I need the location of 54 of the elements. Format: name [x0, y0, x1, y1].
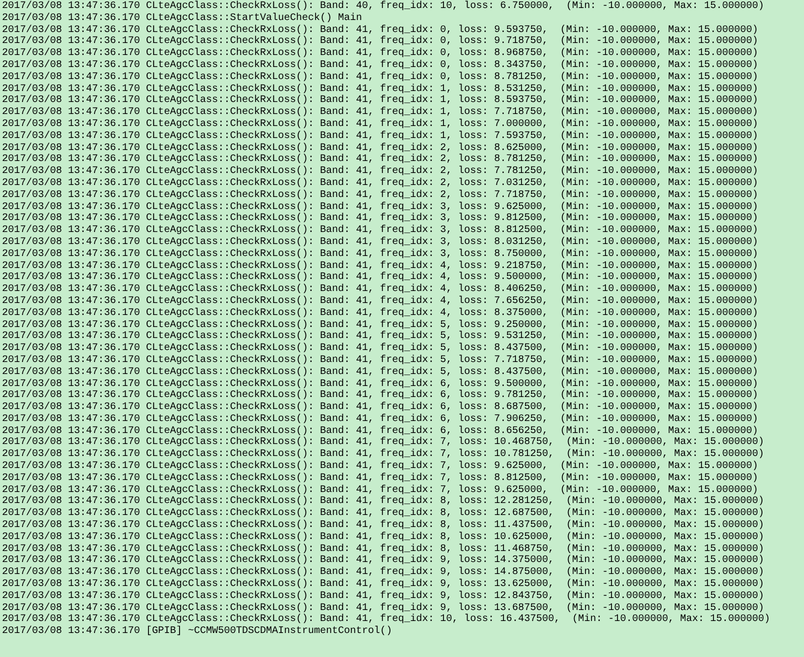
log-line: 2017/03/08 13:47:36.170 CLteAgcClass::CheckRxLoss(): Band: 41, freq_idx: 1, loss: 7.718750, (Min: -10.000000, Max: 15.000000) — [2, 107, 758, 118]
log-line: 2017/03/08 13:47:36.170 CLteAgcClass::CheckRxLoss(): Band: 41, freq_idx: 4, loss: 8.406250, (Min: -10.000000, Max: 15.000000) — [2, 284, 758, 296]
log-line: 2017/03/08 13:47:36.170 CLteAgcClass::CheckRxLoss(): Band: 41, freq_idx: 0, loss: 9.593750, (Min: -10.000000, Max: 15.000000) — [2, 24, 758, 36]
log-line: 2017/03/08 13:47:36.170 CLteAgcClass::CheckRxLoss(): Band: 41, freq_idx: 0, loss: 8.781250, (Min: -10.000000, Max: 15.000000) — [2, 72, 758, 84]
log-line: 2017/03/08 13:47:36.170 CLteAgcClass::CheckRxLoss(): Band: 41, freq_idx: 7, loss: 10.781250, (Min: -10.000000, Max: 15.000000) — [2, 449, 764, 460]
log-line: 2017/03/08 13:47:36.170 CLteAgcClass::CheckRxLoss(): Band: 41, freq_idx: 9, loss: 13.687500, (Min: -10.000000, Max: 15.000000) — [2, 602, 764, 614]
log-line: 2017/03/08 13:47:36.170 CLteAgcClass::CheckRxLoss(): Band: 41, freq_idx: 5, loss: 8.437500, (Min: -10.000000, Max: 15.000000) — [2, 366, 758, 378]
log-line: 2017/03/08 13:47:36.170 CLteAgcClass::CheckRxLoss(): Band: 41, freq_idx: 3, loss: 8.031250, (Min: -10.000000, Max: 15.000000) — [2, 236, 758, 248]
log-line: 2017/03/08 13:47:36.170 CLteAgcClass::CheckRxLoss(): Band: 41, freq_idx: 1, loss: 8.593750, (Min: -10.000000, Max: 15.000000) — [2, 95, 758, 106]
log-line: 2017/03/08 13:47:36.170 CLteAgcClass::CheckRxLoss(): Band: 41, freq_idx: 4, loss: 9.500000, (Min: -10.000000, Max: 15.000000) — [2, 272, 758, 284]
log-line: 2017/03/08 13:47:36.170 CLteAgcClass::StartValueCheck() Main — [2, 12, 362, 24]
log-line: 2017/03/08 13:47:36.170 CLteAgcClass::CheckRxLoss(): Band: 41, freq_idx: 8, loss: 12.687500, (Min: -10.000000, Max: 15.000000) — [2, 508, 764, 520]
log-line: 2017/03/08 13:47:36.170 [GPIB] ~CCMW500TDSCDMAInstrumentControl() — [2, 626, 392, 638]
log-line: 2017/03/08 13:47:36.170 CLteAgcClass::CheckRxLoss(): Band: 41, freq_idx: 3, loss: 8.812500, (Min: -10.000000, Max: 15.000000) — [2, 225, 758, 236]
log-line: 2017/03/08 13:47:36.170 CLteAgcClass::CheckRxLoss(): Band: 41, freq_idx: 4, loss: 8.375000, (Min: -10.000000, Max: 15.000000) — [2, 308, 758, 320]
log-line: 2017/03/08 13:47:36.170 CLteAgcClass::CheckRxLoss(): Band: 40, freq_idx: 10, loss: 6.750000, (Min: -10.000000, Max: 15.000000) — [2, 1, 764, 12]
log-line: 2017/03/08 13:47:36.170 CLteAgcClass::CheckRxLoss(): Band: 41, freq_idx: 0, loss: 8.343750, (Min: -10.000000, Max: 15.000000) — [2, 60, 758, 72]
log-line: 2017/03/08 13:47:36.170 CLteAgcClass::CheckRxLoss(): Band: 41, freq_idx: 8, loss: 11.437500, (Min: -10.000000, Max: 15.000000) — [2, 520, 764, 532]
log-line: 2017/03/08 13:47:36.170 CLteAgcClass::CheckRxLoss(): Band: 41, freq_idx: 2, loss: 8.781250, (Min: -10.000000, Max: 15.000000) — [2, 154, 758, 166]
log-line: 2017/03/08 13:47:36.170 CLteAgcClass::CheckRxLoss(): Band: 41, freq_idx: 2, loss: 7.781250, (Min: -10.000000, Max: 15.000000) — [2, 166, 758, 178]
log-line: 2017/03/08 13:47:36.170 CLteAgcClass::CheckRxLoss(): Band: 41, freq_idx: 6, loss: 9.500000, (Min: -10.000000, Max: 15.000000) — [2, 378, 758, 390]
log-line: 2017/03/08 13:47:36.170 CLteAgcClass::CheckRxLoss(): Band: 41, freq_idx: 4, loss: 7.656250, (Min: -10.000000, Max: 15.000000) — [2, 296, 758, 308]
log-line: 2017/03/08 13:47:36.170 CLteAgcClass::CheckRxLoss(): Band: 41, freq_idx: 1, loss: 7.593750, (Min: -10.000000, Max: 15.000000) — [2, 130, 758, 142]
log-line: 2017/03/08 13:47:36.170 CLteAgcClass::CheckRxLoss(): Band: 41, freq_idx: 9, loss: 14.875000, (Min: -10.000000, Max: 15.000000) — [2, 567, 764, 578]
log-line: 2017/03/08 13:47:36.170 CLteAgcClass::CheckRxLoss(): Band: 41, freq_idx: 5, loss: 9.250000, (Min: -10.000000, Max: 15.000000) — [2, 320, 758, 331]
log-line: 2017/03/08 13:47:36.170 CLteAgcClass::CheckRxLoss(): Band: 41, freq_idx: 2, loss: 8.625000, (Min: -10.000000, Max: 15.000000) — [2, 142, 758, 154]
log-line: 2017/03/08 13:47:36.170 CLteAgcClass::CheckRxLoss(): Band: 41, freq_idx: 7, loss: 10.468750, (Min: -10.000000, Max: 15.000000) — [2, 437, 764, 448]
log-line: 2017/03/08 13:47:36.170 CLteAgcClass::CheckRxLoss(): Band: 41, freq_idx: 2, loss: 7.031250, (Min: -10.000000, Max: 15.000000) — [2, 178, 758, 190]
log-line: 2017/03/08 13:47:36.170 CLteAgcClass::CheckRxLoss(): Band: 41, freq_idx: 3, loss: 9.625000, (Min: -10.000000, Max: 15.000000) — [2, 202, 758, 213]
log-line: 2017/03/08 13:47:36.170 CLteAgcClass::CheckRxLoss(): Band: 41, freq_idx: 0, loss: 8.968750, (Min: -10.000000, Max: 15.000000) — [2, 48, 758, 60]
log-line: 2017/03/08 13:47:36.170 CLteAgcClass::CheckRxLoss(): Band: 41, freq_idx: 6, loss: 8.656250, (Min: -10.000000, Max: 15.000000) — [2, 426, 758, 437]
log-line: 2017/03/08 13:47:36.170 CLteAgcClass::CheckRxLoss(): Band: 41, freq_idx: 8, loss: 12.281250, (Min: -10.000000, Max: 15.000000) — [2, 496, 764, 508]
log-line: 2017/03/08 13:47:36.170 CLteAgcClass::CheckRxLoss(): Band: 41, freq_idx: 7, loss: 8.812500, (Min: -10.000000, Max: 15.000000) — [2, 472, 758, 484]
log-line: 2017/03/08 13:47:36.170 CLteAgcClass::CheckRxLoss(): Band: 41, freq_idx: 1, loss: 8.531250, (Min: -10.000000, Max: 15.000000) — [2, 84, 758, 95]
log-line: 2017/03/08 13:47:36.170 CLteAgcClass::CheckRxLoss(): Band: 41, freq_idx: 0, loss: 9.718750, (Min: -10.000000, Max: 15.000000) — [2, 36, 758, 48]
log-line: 2017/03/08 13:47:36.170 CLteAgcClass::CheckRxLoss(): Band: 41, freq_idx: 8, loss: 11.468750, (Min: -10.000000, Max: 15.000000) — [2, 544, 764, 555]
log-line: 2017/03/08 13:47:36.170 CLteAgcClass::CheckRxLoss(): Band: 41, freq_idx: 9, loss: 14.375000, (Min: -10.000000, Max: 15.000000) — [2, 555, 764, 566]
log-line: 2017/03/08 13:47:36.170 CLteAgcClass::CheckRxLoss(): Band: 41, freq_idx: 9, loss: 13.625000, (Min: -10.000000, Max: 15.000000) — [2, 579, 764, 590]
log-line: 2017/03/08 13:47:36.170 CLteAgcClass::CheckRxLoss(): Band: 41, freq_idx: 6, loss: 7.906250, (Min: -10.000000, Max: 15.000000) — [2, 414, 758, 426]
log-line: 2017/03/08 13:47:36.170 CLteAgcClass::CheckRxLoss(): Band: 41, freq_idx: 9, loss: 12.843750, (Min: -10.000000, Max: 15.000000) — [2, 590, 764, 602]
log-line: 2017/03/08 13:47:36.170 CLteAgcClass::CheckRxLoss(): Band: 41, freq_idx: 5, loss: 9.531250, (Min: -10.000000, Max: 15.000000) — [2, 331, 758, 342]
log-line: 2017/03/08 13:47:36.170 CLteAgcClass::CheckRxLoss(): Band: 41, freq_idx: 7, loss: 9.625000, (Min: -10.000000, Max: 15.000000) — [2, 461, 758, 472]
log-line: 2017/03/08 13:47:36.170 CLteAgcClass::CheckRxLoss(): Band: 41, freq_idx: 3, loss: 8.750000, (Min: -10.000000, Max: 15.000000) — [2, 248, 758, 260]
log-line: 2017/03/08 13:47:36.170 CLteAgcClass::CheckRxLoss(): Band: 41, freq_idx: 2, loss: 7.718750, (Min: -10.000000, Max: 15.000000) — [2, 190, 758, 202]
log-line: 2017/03/08 13:47:36.170 CLteAgcClass::CheckRxLoss(): Band: 41, freq_idx: 7, loss: 9.625000, (Min: -10.000000, Max: 15.000000) — [2, 484, 758, 496]
log-line: 2017/03/08 13:47:36.170 CLteAgcClass::CheckRxLoss(): Band: 41, freq_idx: 5, loss: 7.718750, (Min: -10.000000, Max: 15.000000) — [2, 354, 758, 366]
log-line: 2017/03/08 13:47:36.170 CLteAgcClass::CheckRxLoss(): Band: 41, freq_idx: 8, loss: 10.625000, (Min: -10.000000, Max: 15.000000) — [2, 532, 764, 544]
log-line: 2017/03/08 13:47:36.170 CLteAgcClass::CheckRxLoss(): Band: 41, freq_idx: 10, loss: 16.437500, (Min: -10.000000, Max: 15.000000) — [2, 614, 770, 626]
log-line: 2017/03/08 13:47:36.170 CLteAgcClass::CheckRxLoss(): Band: 41, freq_idx: 1, loss: 7.000000, (Min: -10.000000, Max: 15.000000) — [2, 118, 758, 130]
log-line: 2017/03/08 13:47:36.170 CLteAgcClass::CheckRxLoss(): Band: 41, freq_idx: 5, loss: 8.437500, (Min: -10.000000, Max: 15.000000) — [2, 343, 758, 354]
log-line: 2017/03/08 13:47:36.170 CLteAgcClass::CheckRxLoss(): Band: 41, freq_idx: 4, loss: 9.218750, (Min: -10.000000, Max: 15.000000) — [2, 260, 758, 272]
log-line: 2017/03/08 13:47:36.170 CLteAgcClass::CheckRxLoss(): Band: 41, freq_idx: 6, loss: 8.687500, (Min: -10.000000, Max: 15.000000) — [2, 402, 758, 414]
log-line: 2017/03/08 13:47:36.170 CLteAgcClass::CheckRxLoss(): Band: 41, freq_idx: 3, loss: 9.812500, (Min: -10.000000, Max: 15.000000) — [2, 213, 758, 224]
log-line: 2017/03/08 13:47:36.170 CLteAgcClass::CheckRxLoss(): Band: 41, freq_idx: 6, loss: 9.781250, (Min: -10.000000, Max: 15.000000) — [2, 390, 758, 402]
